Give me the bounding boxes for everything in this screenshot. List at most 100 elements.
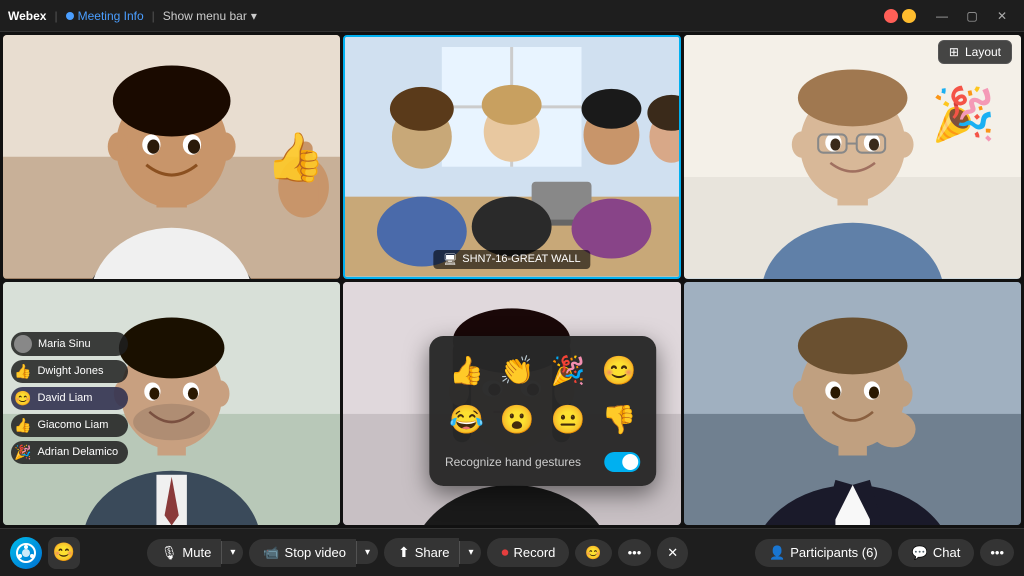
participant-item-maria: Maria Sinu (11, 332, 128, 356)
more-icon: ••• (628, 545, 642, 560)
mute-button-group: 🎙 Mute ▾ (147, 539, 243, 567)
title-bar-right: — ▢ ✕ (884, 6, 1016, 26)
share-button[interactable]: ⬆ Share (384, 538, 459, 567)
emoji-reaction-button[interactable]: 😊 (575, 539, 611, 567)
toolbar-left: 😊 (10, 537, 80, 569)
show-menu-bar-button[interactable]: Show menu bar ▾ (163, 9, 257, 23)
maximize-button[interactable]: ▢ (958, 6, 986, 26)
participant-name-2: David Liam (37, 392, 92, 404)
emoji-btn-thumbs-down[interactable]: 👎 (598, 399, 641, 440)
gesture-toggle-row: Recognize hand gestures (445, 452, 641, 472)
share-button-group: ⬆ Share ▾ (384, 538, 481, 567)
video-cell-1[interactable]: 👍 (3, 35, 340, 279)
stop-video-button[interactable]: 📹 Stop video (249, 539, 356, 567)
window-controls: — ▢ ✕ (928, 6, 1016, 26)
meeting-info-label: Meeting Info (78, 9, 144, 23)
mute-icon: 🎙 (161, 545, 178, 561)
stop-video-label: Stop video (285, 545, 346, 560)
participant-emoji-3: 👍 (14, 417, 31, 434)
participant-video-3 (684, 35, 1021, 279)
participant-item-david: 😊 David Liam (11, 387, 128, 410)
avatar-maria (14, 335, 32, 353)
separator2: | (152, 9, 155, 23)
participant-list: Maria Sinu 👍 Dwight Jones 😊 David Liam 👍… (11, 332, 128, 464)
gesture-label: Recognize hand gestures (445, 455, 581, 469)
emoji-btn-thumbs-up[interactable]: 👍 (445, 350, 488, 391)
video-icon: 📹 (263, 545, 279, 561)
webex-logo[interactable] (10, 537, 42, 569)
reaction-emoji-1: 👍 (266, 128, 326, 185)
layout-button[interactable]: ⊞ Layout (938, 40, 1012, 64)
participant-emoji-4: 🎉 (14, 444, 31, 461)
separator: | (54, 9, 57, 23)
mute-label: Mute (182, 545, 211, 560)
end-icon: ✕ (667, 545, 678, 561)
participants-label: Participants (6) (790, 545, 877, 560)
close-dot-icon[interactable] (884, 9, 898, 23)
meeting-info-dot (66, 12, 74, 20)
chevron-down-icon: ▾ (251, 9, 257, 23)
participant-item-dwight: 👍 Dwight Jones (11, 360, 128, 383)
close-button[interactable]: ✕ (988, 6, 1016, 26)
meeting-info-button[interactable]: Meeting Info (66, 9, 144, 23)
chat-button[interactable]: 💬 Chat (898, 539, 975, 567)
share-caret[interactable]: ▾ (459, 541, 481, 564)
minimize-dot-icon[interactable] (902, 9, 916, 23)
emoji-btn-smile[interactable]: 😊 (598, 350, 641, 391)
toggle-knob (622, 454, 638, 470)
mute-button[interactable]: 🎙 Mute (147, 539, 221, 567)
video-cell-2[interactable]: 🖥 SHN7-16-GREAT WALL (343, 35, 680, 279)
mute-caret[interactable]: ▾ (221, 541, 243, 564)
video-cell-4[interactable]: Maria Sinu 👍 Dwight Jones 😊 David Liam 👍… (3, 282, 340, 526)
stop-video-button-group: 📹 Stop video ▾ (249, 539, 378, 567)
reaction-emoji-3: 🎉 (931, 84, 996, 145)
chat-label: Chat (933, 545, 960, 560)
participant-name-4: Adrian Delamico (37, 446, 118, 458)
layout-label: Layout (965, 45, 1001, 59)
emoji-btn-laugh[interactable]: 😂 (445, 399, 488, 440)
participant-item-giacomo: 👍 Giacomo Liam (11, 414, 128, 437)
display-icon: 🖥 (443, 253, 457, 266)
show-menu-label: Show menu bar (163, 9, 247, 23)
gesture-toggle-switch[interactable] (604, 452, 640, 472)
minimize-button[interactable]: — (928, 6, 956, 26)
toolbar: 😊 🎙 Mute ▾ 📹 Stop video ▾ ⬆ Share ▾ (0, 528, 1024, 576)
emoji-btn-clap[interactable]: 👏 (496, 350, 539, 391)
toolbar-right: 👤 Participants (6) 💬 Chat ••• (755, 539, 1014, 567)
participant-name-0: Maria Sinu (38, 338, 91, 350)
emoji-btn-neutral[interactable]: 😐 (547, 399, 590, 440)
participant-emoji-1: 👍 (14, 363, 31, 380)
emoji-grid: 👍 👏 🎉 😊 😂 😮 😐 👎 (445, 350, 641, 440)
participant-item-adrian: 🎉 Adrian Delamico (11, 441, 128, 464)
stop-video-caret[interactable]: ▾ (356, 541, 378, 564)
title-bar-left: Webex | Meeting Info | Show menu bar ▾ (8, 9, 257, 23)
video-cell-6[interactable] (684, 282, 1021, 526)
participant-name-1: Dwight Jones (37, 365, 103, 377)
video-cell-3[interactable]: 🎉 (684, 35, 1021, 279)
toolbar-center: 🎙 Mute ▾ 📹 Stop video ▾ ⬆ Share ▾ ⏺ Reco… (84, 537, 751, 569)
emoji-icon: 😊 (585, 545, 601, 561)
record-icon: ⏺ (501, 544, 508, 561)
emoji-reaction-popup: 👍 👏 🎉 😊 😂 😮 😐 👎 Recognize hand gestures (429, 336, 657, 486)
record-label: Record (513, 545, 555, 560)
participant-emoji-2: 😊 (14, 390, 31, 407)
title-bar: Webex | Meeting Info | Show menu bar ▾ —… (0, 0, 1024, 32)
app-name: Webex (8, 9, 46, 23)
participants-button[interactable]: 👤 Participants (6) (755, 539, 892, 567)
more-options-button[interactable]: ••• (618, 539, 652, 566)
end-call-button[interactable]: ✕ (657, 537, 688, 569)
layout-grid-icon: ⊞ (949, 45, 959, 59)
participant-video-6 (684, 282, 1021, 526)
room-name-2: SHN7-16-GREAT WALL (462, 253, 580, 265)
record-button[interactable]: ⏺ Record (487, 538, 569, 567)
emoji-btn-surprise[interactable]: 😮 (496, 399, 539, 440)
chat-icon: 💬 (912, 545, 928, 561)
share-icon: ⬆ (398, 544, 410, 561)
toolbar-more-button[interactable]: ••• (980, 539, 1014, 566)
participant-video-2 (345, 37, 678, 277)
toolbar-more-icon: ••• (990, 545, 1004, 560)
emoji-face-button[interactable]: 😊 (48, 537, 80, 569)
emoji-btn-party[interactable]: 🎉 (547, 350, 590, 391)
participants-icon: 👤 (769, 545, 785, 561)
room-label-2: 🖥 SHN7-16-GREAT WALL (433, 250, 590, 269)
